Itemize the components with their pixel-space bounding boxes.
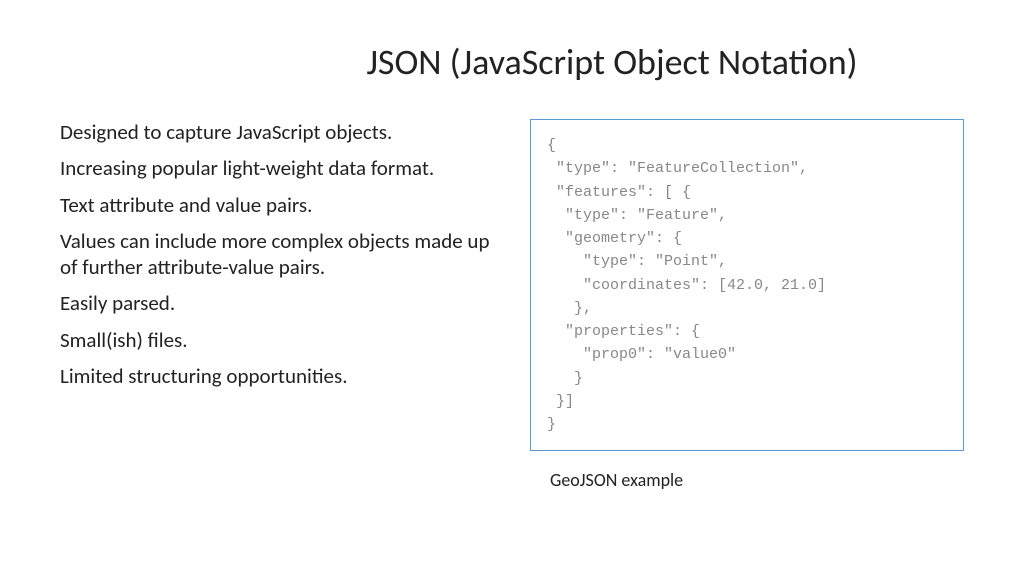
bullet-item: Small(ish) files. xyxy=(60,327,490,353)
bullet-item: Increasing popular light-weight data for… xyxy=(60,155,490,181)
slide-title: JSON (JavaScript Object Notation) xyxy=(260,40,964,84)
bullet-item: Easily parsed. xyxy=(60,290,490,316)
bullet-list: Designed to capture JavaScript objects. … xyxy=(60,119,490,491)
content-area: Designed to capture JavaScript objects. … xyxy=(60,119,964,491)
example-column: { "type": "FeatureCollection", "features… xyxy=(530,119,964,491)
bullet-item: Limited structuring opportunities. xyxy=(60,363,490,389)
bullet-item: Text attribute and value pairs. xyxy=(60,192,490,218)
bullet-item: Designed to capture JavaScript objects. xyxy=(60,119,490,145)
example-caption: GeoJSON example xyxy=(550,469,964,491)
code-example: { "type": "FeatureCollection", "features… xyxy=(530,119,964,451)
bullet-item: Values can include more complex objects … xyxy=(60,228,490,281)
